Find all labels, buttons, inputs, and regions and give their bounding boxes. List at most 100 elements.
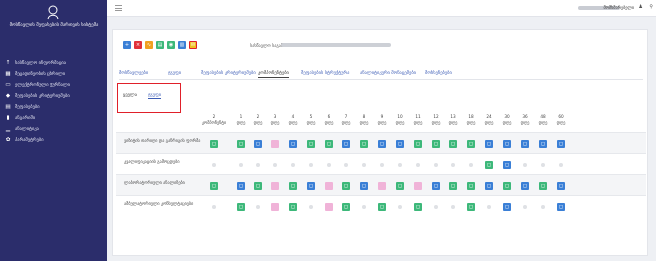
status-icon[interactable]: ◻	[342, 202, 350, 211]
status-icon[interactable]: ◻	[289, 139, 297, 148]
grid-cell[interactable]: ◻	[553, 196, 569, 217]
menu-icon[interactable]	[115, 5, 122, 11]
grid-cell[interactable]	[428, 154, 444, 175]
grid-cell[interactable]: ◻	[233, 175, 249, 196]
subtab-group[interactable]: ჯგუფი	[148, 93, 162, 99]
grid-cell[interactable]	[303, 196, 319, 217]
grid-cell[interactable]	[321, 154, 337, 175]
grid-cell[interactable]: ◻	[410, 196, 426, 217]
grid-cell[interactable]: ◻	[499, 175, 515, 196]
status-icon[interactable]: ◻	[467, 202, 475, 211]
status-icon[interactable]: ◻	[396, 139, 404, 148]
grid-cell[interactable]: ◻	[250, 175, 266, 196]
grid-cell[interactable]: ◻	[445, 175, 461, 196]
grid-cell[interactable]	[321, 175, 337, 196]
grid-cell[interactable]	[445, 154, 461, 175]
grid-cell[interactable]: ◻	[392, 175, 408, 196]
status-icon[interactable]: ◻	[342, 181, 350, 190]
add-button[interactable]: +	[123, 41, 131, 49]
grid-cell[interactable]	[267, 154, 283, 175]
status-icon[interactable]: ◻	[378, 139, 386, 148]
grid-cell[interactable]: ◻	[233, 133, 249, 154]
grid-cell[interactable]: ◻	[303, 175, 319, 196]
grid-cell[interactable]	[356, 154, 372, 175]
grid-cell[interactable]: ◻	[410, 133, 426, 154]
status-icon[interactable]: ◻	[325, 139, 333, 148]
status-icon[interactable]: ◻	[360, 181, 368, 190]
grid-cell[interactable]: ◻	[285, 133, 301, 154]
grid-cell[interactable]	[392, 196, 408, 217]
pending-icon[interactable]	[325, 181, 333, 190]
status-icon[interactable]: ◻	[432, 139, 440, 148]
grid-cell[interactable]	[374, 175, 390, 196]
tab-item[interactable]: მოსწავლეები	[119, 71, 148, 76]
grid-cell[interactable]	[321, 196, 337, 217]
status-icon[interactable]: ◻	[210, 181, 218, 190]
tab-item[interactable]: მოხსენებები	[425, 71, 452, 76]
status-icon[interactable]: ◻	[503, 202, 511, 211]
grid-cell[interactable]	[233, 154, 249, 175]
status-icon[interactable]: ◻	[289, 202, 297, 211]
status-icon[interactable]: ◻	[503, 160, 511, 169]
grid-cell[interactable]	[374, 154, 390, 175]
grid-cell[interactable]: ◻	[428, 133, 444, 154]
status-icon[interactable]: ◻	[360, 139, 368, 148]
pending-icon[interactable]	[271, 202, 279, 211]
grid-cell[interactable]	[206, 196, 222, 217]
user-label[interactable]: მომხმარებელი	[603, 5, 634, 10]
status-icon[interactable]: ◻	[449, 181, 457, 190]
grid-cell[interactable]: ◻	[463, 196, 479, 217]
status-icon[interactable]: ◻	[307, 139, 315, 148]
status-icon[interactable]: ◻	[539, 181, 547, 190]
grid-cell[interactable]: ◻	[481, 175, 497, 196]
camera-button[interactable]: ◉	[167, 41, 175, 49]
grid-cell[interactable]	[285, 154, 301, 175]
grid-cell[interactable]: ◻	[303, 133, 319, 154]
grid-cell[interactable]	[553, 154, 569, 175]
grid-cell[interactable]: ◻	[285, 196, 301, 217]
grid-cell[interactable]: ◻	[481, 154, 497, 175]
grid-cell[interactable]: ◻	[553, 175, 569, 196]
grid-cell[interactable]: ◻	[338, 196, 354, 217]
view-button[interactable]: ▥	[178, 41, 186, 49]
grid-cell[interactable]: ◻	[392, 133, 408, 154]
grid-cell[interactable]: ◻	[481, 133, 497, 154]
grid-cell[interactable]	[445, 196, 461, 217]
sidebar-item[interactable]: ▭ ელექტრონული ჟურნალი	[5, 81, 70, 89]
grid-cell[interactable]: ◻	[463, 175, 479, 196]
sidebar-item[interactable]: ✿ პარამეტრები	[5, 136, 44, 144]
grid-cell[interactable]	[517, 154, 533, 175]
status-icon[interactable]: ◻	[432, 181, 440, 190]
grid-cell[interactable]: ◻	[535, 175, 551, 196]
grid-cell[interactable]	[517, 196, 533, 217]
status-icon[interactable]: ◻	[414, 202, 422, 211]
grid-cell[interactable]: ◻	[445, 133, 461, 154]
status-icon[interactable]: ◻	[254, 139, 262, 148]
status-icon[interactable]: ◻	[485, 181, 493, 190]
sidebar-item[interactable]: ▤ შეფასებები	[5, 103, 39, 111]
grid-cell[interactable]	[481, 196, 497, 217]
status-icon[interactable]: ◻	[210, 139, 218, 148]
pending-icon[interactable]	[271, 139, 279, 148]
sidebar-item[interactable]: ▦ მეცადინეობის ცხრილი	[5, 70, 65, 78]
subtab-all[interactable]: ყველა	[123, 93, 137, 98]
status-icon[interactable]: ◻	[503, 139, 511, 148]
tab-item[interactable]: ანალიტიკური მონაცემები	[360, 71, 416, 76]
status-icon[interactable]: ◻	[485, 160, 493, 169]
status-icon[interactable]: ◻	[414, 139, 422, 148]
grid-cell[interactable]	[267, 175, 283, 196]
grid-cell[interactable]: ◻	[206, 133, 222, 154]
grid-cell[interactable]: ◻	[206, 175, 222, 196]
status-icon[interactable]: ◻	[503, 181, 511, 190]
grid-cell[interactable]	[428, 196, 444, 217]
chart-button[interactable]: ∿	[145, 41, 153, 49]
grid-cell[interactable]: ◻	[374, 196, 390, 217]
user-icon[interactable]: ♟	[639, 4, 643, 10]
grid-cell[interactable]	[267, 133, 283, 154]
grid-cell[interactable]: ◻	[499, 154, 515, 175]
status-icon[interactable]: ◻	[521, 181, 529, 190]
pending-icon[interactable]	[414, 181, 422, 190]
grid-cell[interactable]: ◻	[463, 133, 479, 154]
grid-cell[interactable]: ◻	[321, 133, 337, 154]
status-icon[interactable]: ◻	[396, 181, 404, 190]
